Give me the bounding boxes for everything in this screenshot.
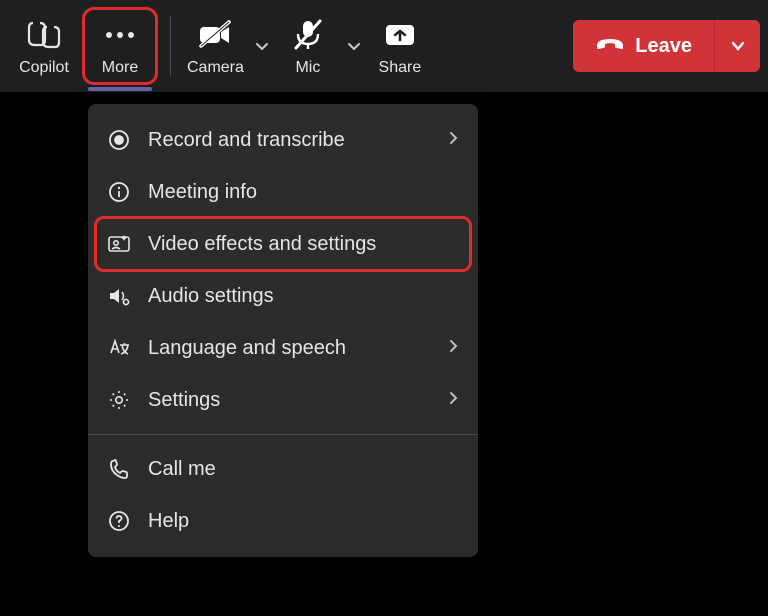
menu-label-language: Language and speech: [148, 337, 448, 360]
menu-item-audio[interactable]: Audio settings: [88, 270, 478, 322]
menu-item-record[interactable]: Record and transcribe: [88, 114, 478, 166]
leave-group: Leave: [573, 20, 760, 72]
leave-chevron[interactable]: [714, 20, 760, 72]
chevron-right-icon: [448, 390, 458, 411]
leave-button[interactable]: Leave: [573, 20, 714, 72]
toolbar-divider: [170, 16, 171, 76]
share-button[interactable]: Share: [366, 7, 434, 85]
chevron-right-icon: [448, 338, 458, 359]
menu-item-help[interactable]: Help: [88, 495, 478, 547]
menu-label-settings: Settings: [148, 389, 448, 412]
menu-label-help: Help: [148, 510, 458, 533]
more-label: More: [102, 59, 138, 77]
mic-label: Mic: [295, 59, 320, 77]
mic-chevron[interactable]: [342, 16, 366, 76]
menu-label-call-me: Call me: [148, 458, 458, 481]
more-active-underline: [88, 87, 152, 91]
menu-label-record: Record and transcribe: [148, 129, 448, 152]
phone-icon: [104, 458, 134, 480]
ellipsis-icon: [103, 15, 137, 55]
camera-off-icon: [197, 15, 233, 55]
more-dropdown: Record and transcribe Meeting info Video…: [88, 104, 478, 557]
camera-label: Camera: [187, 59, 244, 77]
meeting-toolbar: Copilot More: [0, 0, 768, 92]
mic-off-icon: [292, 15, 324, 55]
more-button[interactable]: More: [82, 7, 158, 85]
camera-button[interactable]: Camera: [181, 7, 250, 85]
help-icon: [104, 510, 134, 532]
menu-item-language[interactable]: Language and speech: [88, 322, 478, 374]
menu-label-video-effects: Video effects and settings: [148, 233, 458, 256]
gear-icon: [104, 389, 134, 411]
video-effects-icon: [104, 234, 134, 254]
menu-item-call-me[interactable]: Call me: [88, 443, 478, 495]
hangup-icon: [595, 34, 625, 58]
leave-label: Leave: [635, 35, 692, 58]
menu-item-info[interactable]: Meeting info: [88, 166, 478, 218]
copilot-label: Copilot: [19, 59, 69, 77]
record-icon: [104, 129, 134, 151]
share-label: Share: [379, 59, 422, 77]
camera-chevron[interactable]: [250, 16, 274, 76]
menu-label-audio: Audio settings: [148, 285, 458, 308]
copilot-button[interactable]: Copilot: [8, 7, 80, 85]
mic-button[interactable]: Mic: [274, 7, 342, 85]
menu-item-settings[interactable]: Settings: [88, 374, 478, 426]
copilot-icon: [26, 15, 62, 55]
audio-settings-icon: [104, 285, 134, 307]
language-icon: [104, 337, 134, 359]
menu-item-video-effects[interactable]: Video effects and settings: [88, 218, 478, 270]
info-icon: [104, 181, 134, 203]
chevron-right-icon: [448, 130, 458, 151]
menu-label-info: Meeting info: [148, 181, 458, 204]
menu-divider: [88, 434, 478, 435]
share-screen-icon: [382, 15, 418, 55]
